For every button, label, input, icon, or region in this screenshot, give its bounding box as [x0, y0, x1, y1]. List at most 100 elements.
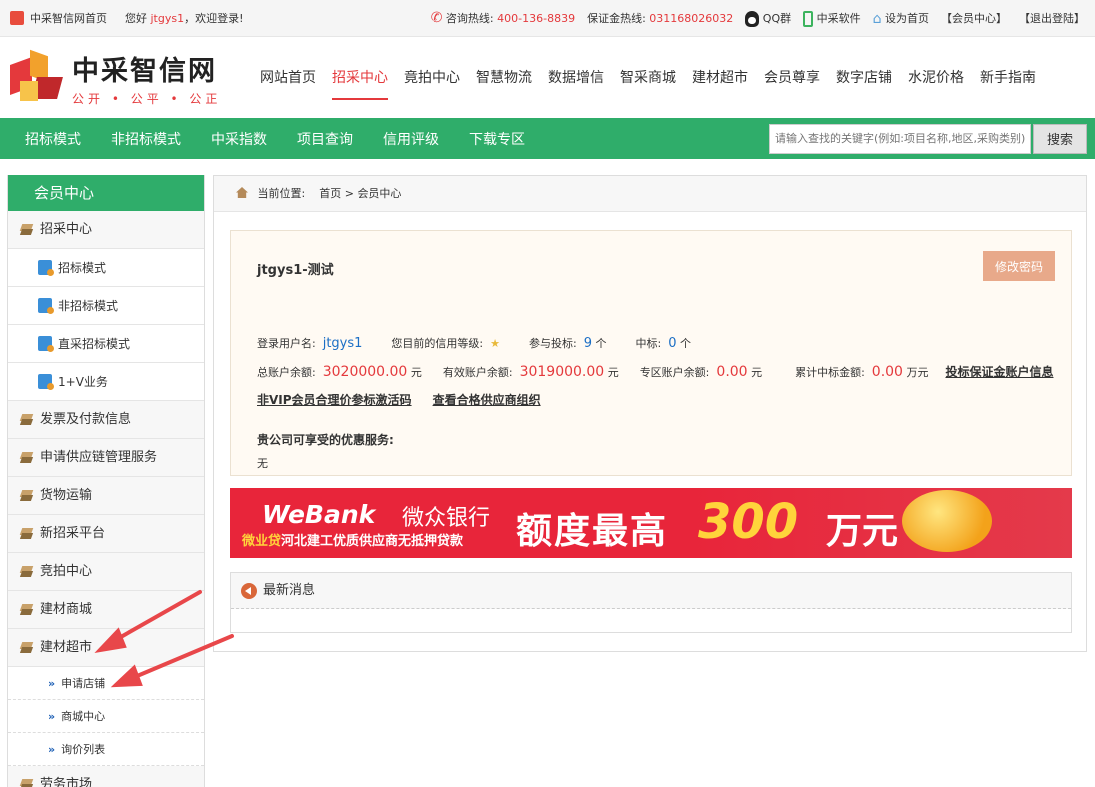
double-chevron-icon: »: [48, 743, 56, 756]
deposit-account-link[interactable]: 投标保证金账户信息: [945, 365, 1053, 379]
sidebar-item-invoice-payment[interactable]: 发票及付款信息: [8, 401, 204, 439]
subnav-index[interactable]: 中采指数: [196, 129, 282, 149]
greeting: 您好 jtgys1，欢迎登录!: [125, 12, 244, 25]
breadcrumb-current: 会员中心: [357, 187, 402, 200]
member-center-link[interactable]: 【会员中心】: [941, 10, 1007, 26]
news-title: 最新消息: [263, 582, 316, 598]
banner-brand: WeBank: [262, 500, 376, 529]
account-stats-row: 登录用户名: jtgys1 您目前的信用等级: ★ 参与投标: 9 个 中标: …: [257, 336, 692, 351]
search-input[interactable]: [769, 123, 1031, 154]
login-username: jtgys1: [322, 336, 363, 351]
valid-balance: 3019000.00: [519, 364, 605, 380]
credit-star-icon: ★: [490, 337, 501, 350]
webank-ad-banner[interactable]: WeBank 微众银行 微业贷河北建工优质供应商无抵押贷款 额度最高 300 万…: [230, 488, 1072, 558]
sidebar-item-procurement-center[interactable]: 招采中心: [8, 211, 204, 249]
qualified-suppliers-link[interactable]: 查看合格供应商组织: [433, 393, 541, 407]
nonvip-activation-link[interactable]: 非VIP会员合理价参标激活码: [257, 393, 412, 407]
nav-smart-logistics[interactable]: 智慧物流: [468, 56, 540, 100]
home-icon: [236, 187, 248, 198]
layers-icon: [20, 779, 34, 787]
sidebar-item-new-platform[interactable]: 新招采平台: [8, 515, 204, 553]
document-icon: [38, 298, 54, 314]
banner-brand-cn: 微众银行: [402, 506, 491, 531]
sub-nav: 招标模式 非招标模式 中采指数 项目查询 信用评级 下载专区 搜索: [0, 118, 1095, 159]
qq-icon: [745, 10, 760, 27]
sidebar-item-supply-chain[interactable]: 申请供应链管理服务: [8, 439, 204, 477]
document-icon: [38, 374, 54, 390]
subnav-bidding-mode[interactable]: 招标模式: [10, 129, 96, 149]
sidebar-item-building-supermarket[interactable]: 建材超市: [8, 629, 204, 667]
layers-icon: [20, 224, 34, 236]
layers-icon: [20, 452, 34, 464]
software-link[interactable]: 中采软件: [803, 10, 861, 27]
logo-name: 中采智信网: [72, 55, 217, 87]
sidebar-item-apply-store[interactable]: » 申请店铺: [8, 667, 204, 700]
offers-value: 无: [257, 457, 268, 470]
layers-icon: [20, 642, 34, 654]
nav-cement-price[interactable]: 水泥价格: [900, 56, 972, 100]
top-bar: 中采智信网首页 您好 jtgys1，欢迎登录! ✆ 咨询热线: 400-136-…: [0, 0, 1095, 37]
banner-amount: 300: [698, 494, 799, 550]
sidebar-item-direct-bidding[interactable]: 直采招标模式: [8, 325, 204, 363]
nav-member-vip[interactable]: 会员尊享: [756, 56, 828, 100]
header: 中采智信网 公开 • 公平 • 公正 网站首页 招采中心 竟拍中心 智慧物流 数…: [0, 37, 1095, 118]
site-home-icon: [10, 11, 24, 25]
sidebar-item-non-bidding-mode[interactable]: 非招标模式: [8, 287, 204, 325]
banner-unit: 万元: [826, 511, 899, 552]
breadcrumb: 当前位置: 首页 > 会员中心: [214, 176, 1086, 212]
nav-home[interactable]: 网站首页: [252, 56, 324, 100]
sidebar-item-mall-center[interactable]: » 商城中心: [8, 700, 204, 733]
nav-procurement-center[interactable]: 招采中心: [324, 56, 396, 100]
logo-slogan: 公开 • 公平 • 公正: [72, 91, 222, 106]
change-password-button[interactable]: 修改密码: [983, 251, 1055, 281]
layers-icon: [20, 528, 34, 540]
mobile-icon: [803, 10, 814, 27]
search-box: 搜索: [769, 123, 1087, 154]
main-nav: 网站首页 招采中心 竟拍中心 智慧物流 数据增信 智采商城 建材超市 会员尊享 …: [252, 56, 1044, 100]
subnav-credit-rating[interactable]: 信用评级: [368, 129, 454, 149]
gold-coin-icon: [902, 490, 992, 552]
document-icon: [38, 336, 54, 352]
nav-building-supermarket[interactable]: 建材超市: [684, 56, 756, 100]
wins-count: 0: [668, 336, 677, 351]
layers-icon: [20, 604, 34, 616]
account-balance-row: 总账户余额: 3020000.00 元 有效账户余额: 3019000.00 元…: [257, 364, 1054, 380]
nav-digital-store[interactable]: 数字店铺: [828, 56, 900, 100]
account-links-row: 非VIP会员合理价参标激活码 查看合格供应商组织: [257, 391, 541, 408]
deposit-hotline: 保证金热线: 031168026032: [587, 12, 734, 25]
sidebar-item-inquiry-list[interactable]: » 询价列表: [8, 733, 204, 766]
sidebar-item-auction-center[interactable]: 竞拍中心: [8, 553, 204, 591]
speaker-icon: [241, 582, 257, 599]
sidebar-item-1v-business[interactable]: 1+V业务: [8, 363, 204, 401]
site-logo[interactable]: 中采智信网 公开 • 公平 • 公正: [10, 49, 240, 107]
document-icon: [38, 260, 54, 276]
sidebar-item-building-mall[interactable]: 建材商城: [8, 591, 204, 629]
sidebar-title: 会员中心: [8, 175, 204, 211]
search-button[interactable]: 搜索: [1033, 123, 1087, 154]
nav-guide[interactable]: 新手指南: [972, 56, 1044, 100]
double-chevron-icon: »: [48, 677, 56, 690]
subnav-downloads[interactable]: 下载专区: [454, 129, 540, 149]
sidebar-item-transport[interactable]: 货物运输: [8, 477, 204, 515]
sidebar-item-labor-market[interactable]: 劳务市场: [8, 766, 204, 787]
nav-data-credit[interactable]: 数据增信: [540, 56, 612, 100]
nav-auction-center[interactable]: 竟拍中心: [396, 56, 468, 100]
nav-smart-mall[interactable]: 智采商城: [612, 56, 684, 100]
double-chevron-icon: »: [48, 710, 56, 723]
total-balance: 3020000.00: [322, 364, 408, 380]
layers-icon: [20, 566, 34, 578]
member-sidebar: 会员中心 招采中心 招标模式 非招标模式 直采招标模式 1+V业务 发票及付款信…: [7, 175, 205, 787]
subnav-non-bidding-mode[interactable]: 非招标模式: [96, 129, 196, 149]
site-home-link[interactable]: 中采智信网首页: [30, 10, 107, 26]
logo-icon: [10, 49, 64, 105]
hotline: ✆ 咨询热线: 400-136-8839: [430, 10, 576, 26]
set-home-link[interactable]: ⌂ 设为首页: [873, 10, 929, 27]
breadcrumb-home[interactable]: 首页: [319, 187, 341, 200]
logout-link[interactable]: 【退出登陆】: [1019, 10, 1085, 26]
subnav-project-query[interactable]: 项目查询: [282, 129, 368, 149]
offers-title: 贵公司可享受的优惠服务:: [257, 433, 394, 447]
sidebar-item-bidding-mode[interactable]: 招标模式: [8, 249, 204, 287]
qq-group-link[interactable]: QQ群: [745, 10, 791, 27]
greeting-username[interactable]: jtgys1: [151, 12, 185, 25]
banner-subtitle: 微业贷河北建工优质供应商无抵押贷款: [242, 534, 464, 549]
